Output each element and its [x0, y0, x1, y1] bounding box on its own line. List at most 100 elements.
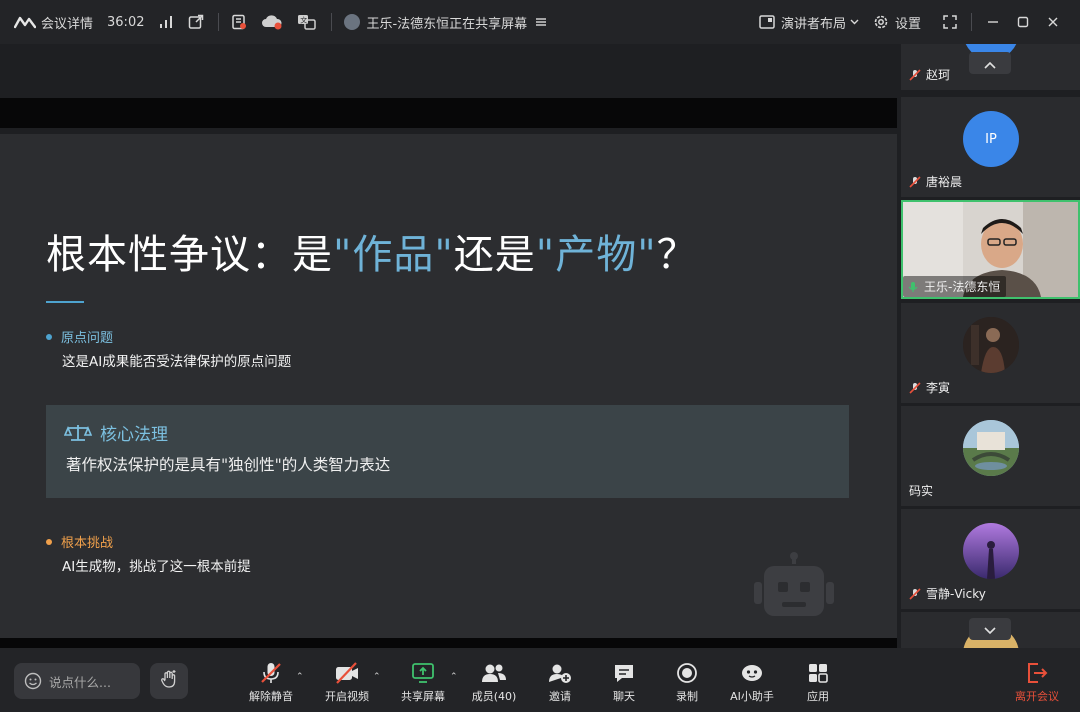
mic-muted-icon [909, 381, 921, 394]
participant-gallery[interactable]: 赵珂 IP 唐裕晨 王乐-法德东恒 李寅 码实 雪静-Vicky [899, 44, 1080, 648]
avatar-initials: IP [985, 131, 997, 147]
title-highlight: "产物" [535, 232, 657, 278]
participant-name-text: 李寅 [926, 381, 951, 395]
participant-tile[interactable]: 码实 [901, 406, 1080, 506]
record-button[interactable]: 录制 [654, 660, 720, 704]
gear-icon [873, 14, 889, 30]
chevron-down-icon [984, 620, 996, 639]
slide-title: 根本性争议：是"作品"还是"产物"？ [46, 222, 698, 280]
mic-muted-icon [259, 660, 283, 686]
cloud-record-icon[interactable] [261, 14, 283, 30]
apps-label: 应用 [807, 690, 829, 703]
chevron-up-icon [984, 54, 996, 73]
bullet-fundamental-challenge: 根本挑战 AI生成物，挑战了这一根本前提 [46, 532, 251, 575]
avatar [963, 317, 1019, 373]
avatar [963, 420, 1019, 476]
mic-muted-icon [909, 68, 921, 81]
share-options-chevron-icon[interactable]: ⌃ [450, 672, 458, 682]
share-link-icon[interactable] [188, 14, 204, 30]
sharing-menu-icon[interactable] [535, 16, 547, 28]
maximize-icon[interactable] [1008, 16, 1038, 28]
audio-options-chevron-icon[interactable]: ⌃ [296, 672, 304, 682]
raise-hand-button[interactable] [150, 663, 188, 699]
mic-muted-icon [909, 587, 921, 600]
participant-name-text: 王乐-法德东恒 [924, 280, 1001, 294]
participant-tile[interactable]: 雪静-Vicky [901, 509, 1080, 609]
members-icon [481, 660, 507, 686]
title-text: ？ [656, 232, 698, 278]
chat-label: 聊天 [613, 690, 635, 703]
chat-input[interactable]: 说点什么... [14, 663, 140, 699]
bullet-text: 这是AI成果能否受法律保护的原点问题 [62, 354, 292, 370]
share-screen-button[interactable]: 共享屏幕 [390, 660, 456, 704]
letterbox-bottom [0, 638, 897, 648]
layout-label: 演讲者布局 [780, 16, 846, 32]
participant-name-text: 赵珂 [926, 68, 951, 82]
settings-button[interactable]: 设置 [873, 13, 921, 32]
avatar [963, 523, 1019, 579]
notes-icon[interactable] [231, 14, 247, 30]
share-label: 共享屏幕 [401, 690, 445, 703]
participant-name-text: 码实 [909, 484, 934, 498]
leave-label: 离开会议 [1015, 690, 1059, 703]
meeting-info-label: 会议详情 [41, 16, 94, 32]
svg-text:文: 文 [301, 16, 308, 25]
bullet-origin-question: 原点问题 这是AI成果能否受法律保护的原点问题 [46, 327, 291, 370]
settings-label: 设置 [894, 16, 921, 32]
avatar: IP [963, 111, 1019, 167]
members-button[interactable]: 成员(40) [461, 660, 527, 704]
participant-name: 雪静-Vicky [909, 585, 986, 602]
scroll-up-button[interactable] [969, 52, 1011, 74]
fullscreen-icon[interactable] [935, 15, 965, 29]
participant-name: 王乐-法德东恒 [903, 276, 1007, 297]
start-video-button[interactable]: 开启视频 [314, 660, 380, 704]
video-label: 开启视频 [325, 690, 369, 703]
record-label: 录制 [676, 690, 698, 703]
participant-name-text: 雪静-Vicky [926, 587, 986, 601]
robot-icon [752, 552, 836, 626]
translate-icon[interactable]: 文 [297, 14, 317, 30]
chevron-down-icon [850, 19, 859, 25]
layout-icon [759, 15, 775, 29]
bottom-toolbar: 说点什么... 解除静音 ⌃ 开启视频 ⌃ 共享屏幕 ⌃ 成员(40) 邀请 聊… [0, 648, 1080, 712]
layout-button[interactable]: 演讲者布局 [759, 13, 859, 32]
scale-icon [64, 423, 92, 443]
divider [971, 13, 972, 31]
participant-name: 唐裕晨 [909, 173, 962, 190]
scroll-down-button[interactable] [969, 618, 1011, 640]
leave-meeting-button[interactable]: 离开会议 [1004, 660, 1070, 704]
participant-tile[interactable]: 李寅 [901, 303, 1080, 403]
close-icon[interactable] [1038, 16, 1068, 28]
apps-button[interactable]: 应用 [785, 660, 851, 704]
chat-button[interactable]: 聊天 [591, 660, 657, 704]
emoji-icon[interactable] [24, 672, 42, 690]
meeting-timer: 36:02 [107, 14, 145, 30]
invite-label: 邀请 [549, 690, 571, 703]
chat-placeholder: 说点什么... [49, 674, 111, 690]
invite-icon [548, 660, 572, 686]
participant-name: 李寅 [909, 379, 950, 396]
title-underline [46, 301, 84, 303]
signal-icon[interactable] [158, 15, 174, 29]
letterbox-top [0, 98, 897, 128]
video-options-chevron-icon[interactable]: ⌃ [373, 672, 381, 682]
participant-tile-active-speaker[interactable]: 王乐-法德东恒 [901, 200, 1080, 299]
participant-name: 赵珂 [909, 66, 950, 83]
mic-speaking-icon [907, 281, 919, 293]
sharing-status[interactable]: 王乐-法德东恒正在共享屏幕 [344, 13, 547, 32]
presentation-slide: 根本性争议：是"作品"还是"产物"？ 原点问题 这是AI成果能否受法律保护的原点… [0, 134, 897, 638]
bullet-dot [46, 333, 52, 340]
invite-button[interactable]: 邀请 [527, 660, 593, 704]
divider [218, 13, 220, 31]
minimize-icon[interactable] [978, 16, 1008, 28]
participant-tile[interactable]: IP 唐裕晨 [901, 97, 1080, 197]
record-icon [676, 660, 698, 686]
bullet-dot [46, 538, 52, 545]
unmute-button[interactable]: 解除静音 [238, 660, 304, 704]
ai-assistant-button[interactable]: AI小助手 [719, 660, 785, 704]
meeting-info-button[interactable]: 会议详情 [14, 13, 93, 32]
bullet-text: AI生成物，挑战了这一根本前提 [62, 559, 251, 575]
chat-icon [613, 660, 635, 686]
bullet-heading: 原点问题 [61, 331, 114, 346]
sharing-status-label: 王乐-法德东恒正在共享屏幕 [366, 16, 528, 32]
